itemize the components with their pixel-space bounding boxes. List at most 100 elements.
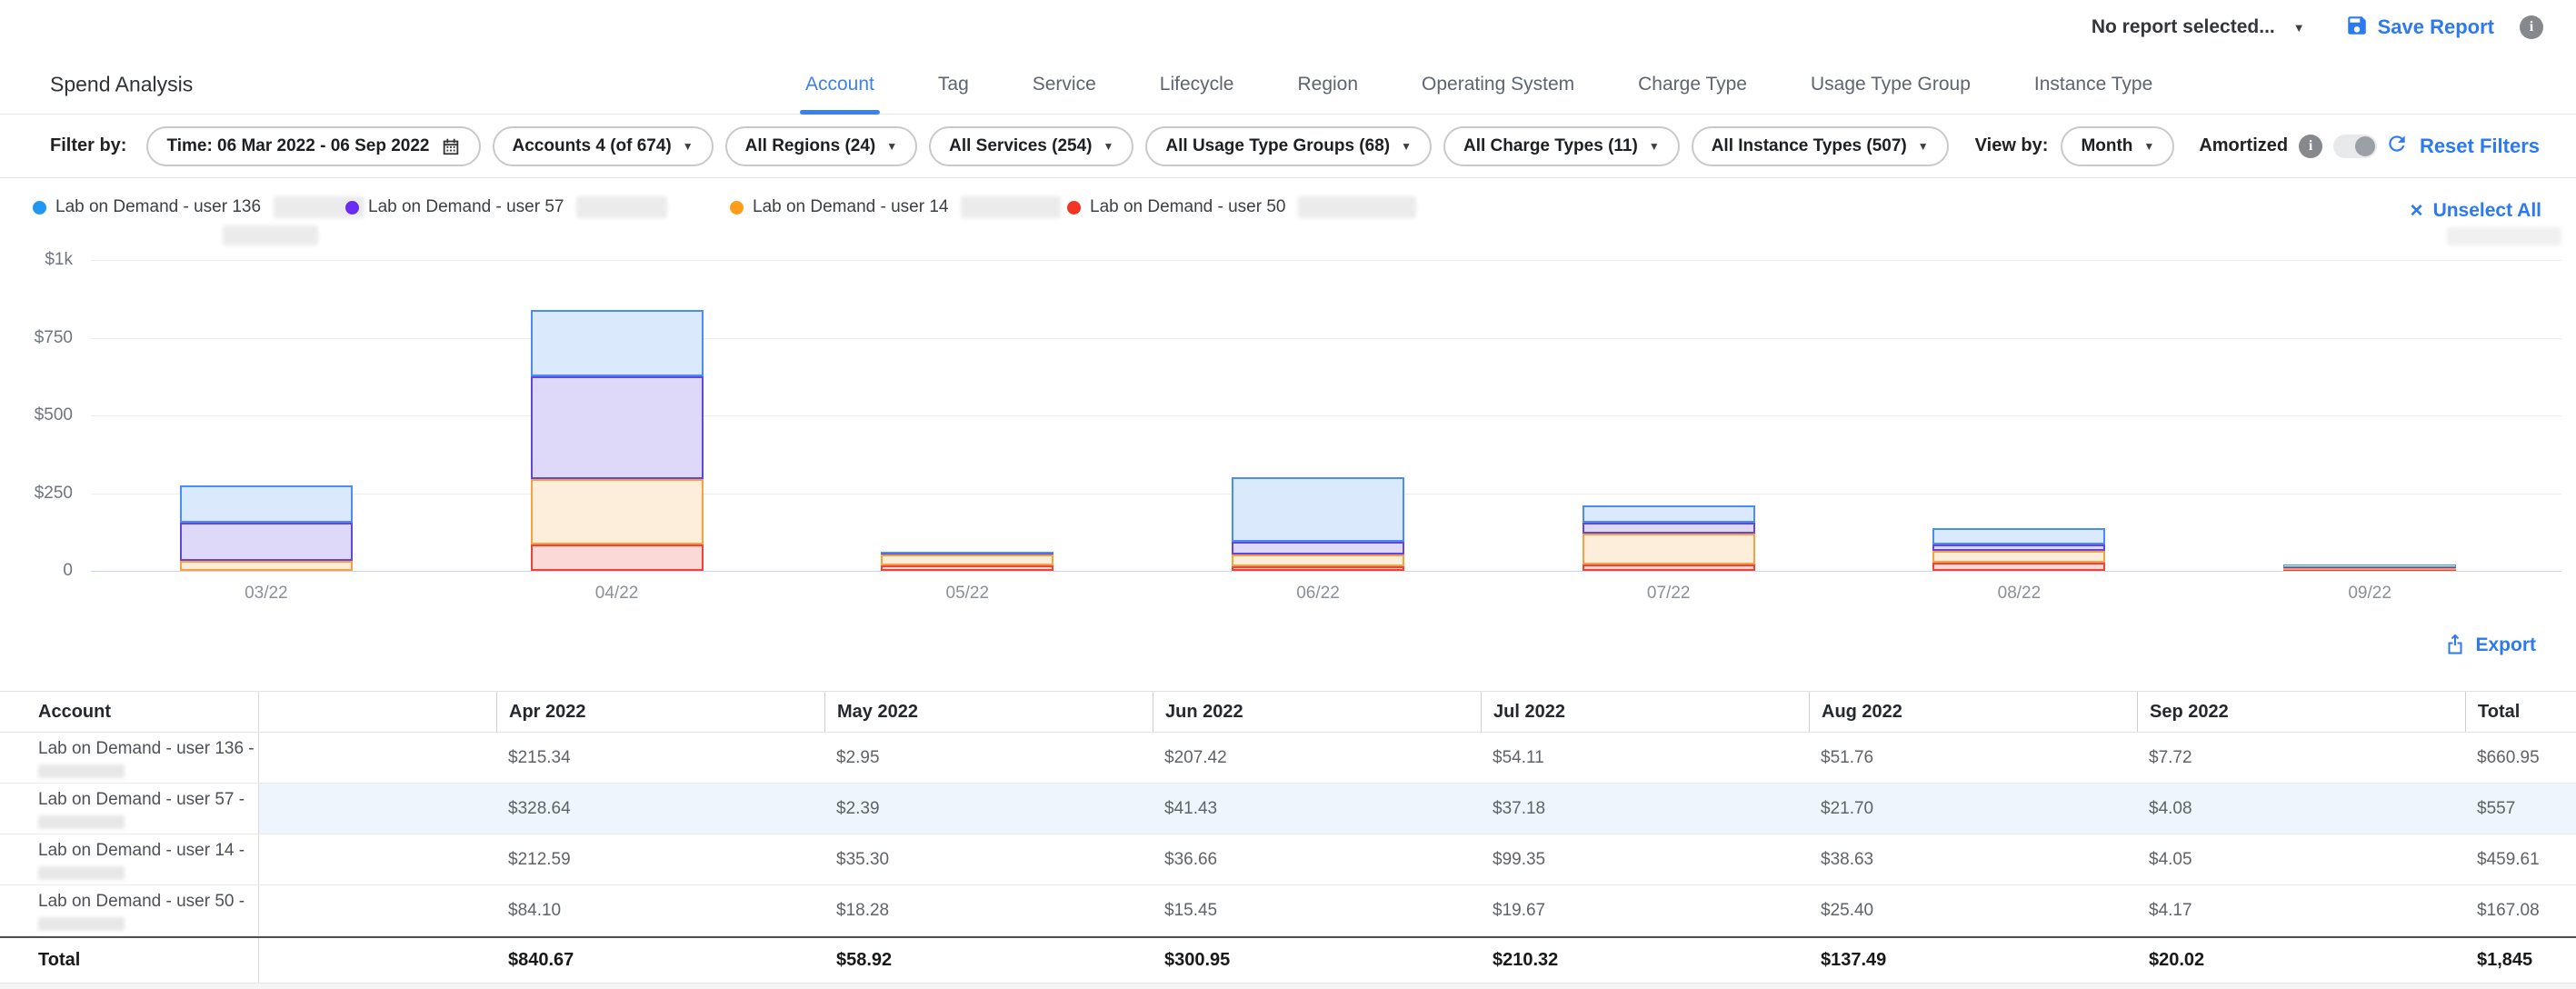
time-filter-pill[interactable]: Time: 06 Mar 2022 - 06 Sep 2022	[146, 126, 480, 166]
chevron-down-icon: ▼	[2143, 141, 2154, 152]
info-icon[interactable]: i	[2520, 15, 2543, 39]
amortized-toggle[interactable]	[2333, 135, 2377, 158]
spend-table: AccountApr 2022May 2022Jun 2022Jul 2022A…	[0, 691, 2576, 984]
redacted-text	[38, 764, 125, 778]
view-by-value: Month	[2081, 136, 2132, 156]
filter-pill-all-regions-24[interactable]: All Regions (24)▼	[725, 126, 917, 166]
report-selector-dropdown[interactable]: No report selected... ▼	[2092, 16, 2305, 38]
total-label-cell: Total	[0, 938, 259, 983]
header-spacer	[259, 692, 496, 732]
redacted-text	[2447, 227, 2561, 245]
filter-pill-all-services-254[interactable]: All Services (254)▼	[929, 126, 1133, 166]
bar-segment-lab-on-demand-user-50-07-22[interactable]	[1583, 564, 1755, 571]
bar-segment-lab-on-demand-user-57-06-22[interactable]	[1232, 542, 1404, 554]
bar-segment-lab-on-demand-user-136-09-22[interactable]	[2283, 564, 2456, 567]
legend-item-lab-on-demand-user-14[interactable]: Lab on Demand - user 14	[730, 196, 1061, 218]
title-tabs-row: Spend Analysis Account Tag Service Lifecycl…	[0, 55, 2576, 115]
bar-segment-lab-on-demand-user-136-07-22[interactable]	[1583, 505, 1755, 523]
x-axis-label-03-22: 03/22	[203, 584, 330, 604]
unselect-all-button[interactable]: ✕ Unselect All	[2410, 200, 2541, 222]
export-row: Export	[0, 625, 2576, 665]
bottom-edge	[0, 984, 2576, 989]
value-cell-jun-2022: $41.43	[1153, 784, 1481, 834]
table-row-lab-on-demand-user-136[interactable]: Lab on Demand - user 136 -$215.34$2.95$2…	[0, 733, 2576, 784]
tab-usage-type-group[interactable]: Usage Type Group	[1805, 55, 1976, 114]
legend-item-lab-on-demand-user-50[interactable]: Lab on Demand - user 50	[1067, 196, 1416, 218]
bar-segment-lab-on-demand-user-136-08-22[interactable]	[1932, 528, 2105, 544]
tab-service[interactable]: Service	[1027, 55, 1102, 114]
bar-segment-lab-on-demand-user-14-06-22[interactable]	[1232, 554, 1404, 566]
redacted-text	[961, 196, 1061, 218]
bar-segment-lab-on-demand-user-50-04-22[interactable]	[531, 544, 704, 571]
filter-pill-all-instance-types-507[interactable]: All Instance Types (507)▼	[1692, 126, 1949, 166]
total-value-cell-jul-2022: $210.32	[1481, 938, 1809, 983]
bar-segment-lab-on-demand-user-14-07-22[interactable]	[1583, 534, 1755, 564]
redacted-text	[38, 866, 125, 880]
spend-chart: $1k$750$500$250003/2204/2205/2206/2207/2…	[0, 245, 2576, 618]
bar-segment-lab-on-demand-user-14-08-22[interactable]	[1932, 551, 2105, 563]
reset-filters-label: Reset Filters	[2420, 135, 2540, 158]
total-value-cell-aug-2022: $137.49	[1809, 938, 2137, 983]
bar-segment-lab-on-demand-user-57-04-22[interactable]	[531, 376, 704, 478]
y-axis-label: $500	[0, 405, 73, 425]
value-cell-apr-2022: $212.59	[496, 834, 824, 884]
account-name: Lab on Demand - user 14 -	[38, 842, 258, 861]
tab-lifecycle[interactable]: Lifecycle	[1154, 55, 1240, 114]
filter-pill-all-usage-type-groups-68[interactable]: All Usage Type Groups (68)▼	[1145, 126, 1432, 166]
calendar-icon	[441, 136, 461, 156]
bar-segment-lab-on-demand-user-14-03-22[interactable]	[180, 561, 353, 571]
amortized-info-icon[interactable]: i	[2299, 135, 2322, 158]
tab-instance-type[interactable]: Instance Type	[2029, 55, 2158, 114]
value-cell-jun-2022: $207.42	[1153, 733, 1481, 783]
tab-charge-type[interactable]: Charge Type	[1632, 55, 1752, 114]
spacer-cell	[259, 885, 496, 935]
toggle-knob	[2355, 136, 2375, 156]
table-row-lab-on-demand-user-50[interactable]: Lab on Demand - user 50 -$84.10$18.28$15…	[0, 885, 2576, 936]
spacer-cell	[259, 938, 496, 983]
legend-item-lab-on-demand-user-57[interactable]: Lab on Demand - user 57	[345, 196, 667, 218]
bar-segment-lab-on-demand-user-136-04-22[interactable]	[531, 310, 704, 377]
y-axis-label: $250	[0, 484, 73, 504]
filter-pill-label: All Services (254)	[949, 136, 1092, 156]
column-header-total: Total	[2465, 692, 2576, 732]
tab-tag[interactable]: Tag	[933, 55, 974, 114]
bar-segment-lab-on-demand-user-57-07-22[interactable]	[1583, 523, 1755, 534]
value-cell-apr-2022: $328.64	[496, 784, 824, 834]
filter-pill-label: Accounts 4 (of 674)	[513, 136, 672, 156]
page-title: Spend Analysis	[50, 72, 193, 96]
bar-segment-lab-on-demand-user-136-05-22[interactable]	[881, 552, 1053, 554]
bar-segment-lab-on-demand-user-50-06-22[interactable]	[1232, 566, 1404, 571]
bar-segment-lab-on-demand-user-50-08-22[interactable]	[1932, 563, 2105, 571]
filter-pill-all-charge-types-11[interactable]: All Charge Types (11)▼	[1443, 126, 1680, 166]
export-button[interactable]: Export	[2444, 633, 2536, 659]
reset-filters-button[interactable]: Reset Filters	[2385, 132, 2540, 160]
bar-segment-lab-on-demand-user-50-05-22[interactable]	[881, 565, 1053, 571]
legend-label: Lab on Demand - user 57	[368, 197, 564, 217]
bar-segment-lab-on-demand-user-14-04-22[interactable]	[531, 479, 704, 545]
account-name: Lab on Demand - user 136 -	[38, 740, 258, 759]
view-by-dropdown[interactable]: Month ▼	[2061, 126, 2174, 166]
filter-pill-accounts-4-of-674[interactable]: Accounts 4 (of 674)▼	[493, 126, 714, 166]
legend-item-lab-on-demand-user-136[interactable]: Lab on Demand - user 136	[33, 196, 364, 218]
bar-segment-lab-on-demand-user-57-08-22[interactable]	[1932, 544, 2105, 551]
y-axis-label: 0	[0, 561, 73, 581]
value-cell-jul-2022: $37.18	[1481, 784, 1809, 834]
bar-segment-lab-on-demand-user-14-05-22[interactable]	[881, 554, 1053, 565]
value-cell-total: $660.95	[2465, 733, 2576, 783]
filter-pill-list: Accounts 4 (of 674)▼ All Regions (24)▼ All…	[493, 126, 1961, 166]
tab-region[interactable]: Region	[1292, 55, 1363, 114]
tab-operating-system[interactable]: Operating System	[1416, 55, 1580, 114]
bar-segment-lab-on-demand-user-57-03-22[interactable]	[180, 523, 353, 561]
total-value-cell-total: $1,845	[2465, 938, 2576, 983]
report-selector-value: No report selected...	[2092, 16, 2275, 38]
y-axis-label: $750	[0, 328, 73, 348]
redacted-text	[1298, 196, 1416, 218]
bar-segment-lab-on-demand-user-136-06-22[interactable]	[1232, 477, 1404, 542]
column-header-aug-2022: Aug 2022	[1809, 692, 2137, 732]
save-report-button[interactable]: Save Report	[2345, 14, 2494, 42]
table-row-lab-on-demand-user-14[interactable]: Lab on Demand - user 14 -$212.59$35.30$3…	[0, 834, 2576, 885]
table-row-lab-on-demand-user-57[interactable]: Lab on Demand - user 57 -$328.64$2.39$41…	[0, 784, 2576, 834]
tab-account[interactable]: Account	[800, 55, 880, 114]
x-axis-label-09-22: 09/22	[2306, 584, 2433, 604]
bar-segment-lab-on-demand-user-136-03-22[interactable]	[180, 485, 353, 524]
